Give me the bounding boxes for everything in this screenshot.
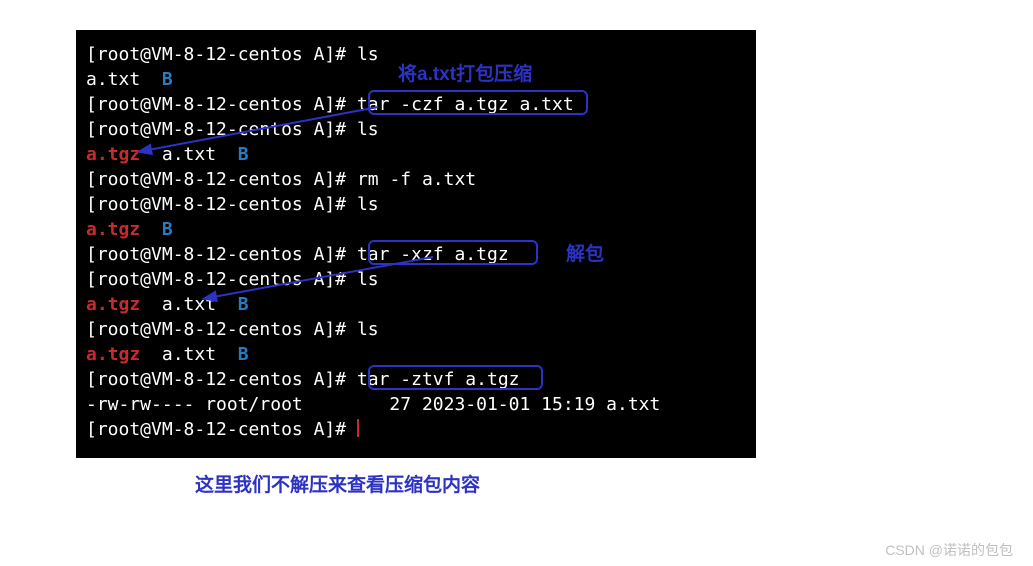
terminal-line: a.tgz a.txt B <box>86 142 746 167</box>
shell-prompt: [root@VM-8-12-centos A]# <box>86 119 357 140</box>
shell-prompt: [root@VM-8-12-centos A]# <box>86 319 357 340</box>
command-text: tar -czf a.tgz a.txt <box>357 94 574 115</box>
command-text: ls <box>357 194 379 215</box>
shell-prompt: [root@VM-8-12-centos A]# <box>86 44 357 65</box>
directory-name: B <box>238 294 249 315</box>
terminal-line: [root@VM-8-12-centos A]# rm -f a.txt <box>86 167 746 192</box>
file-name: a.txt <box>140 344 238 365</box>
terminal-line: [root@VM-8-12-centos A]# ls <box>86 117 746 142</box>
terminal-line: [root@VM-8-12-centos A]# ls <box>86 42 746 67</box>
file-name: a.txt <box>140 294 238 315</box>
command-text: tar -xzf a.tgz <box>357 244 509 265</box>
command-text: ls <box>357 44 379 65</box>
command-text: tar -ztvf a.tgz <box>357 369 520 390</box>
file-name: a.txt <box>86 69 162 90</box>
directory-name: B <box>162 219 173 240</box>
file-name: a.txt <box>140 144 238 165</box>
command-text: ls <box>357 269 379 290</box>
directory-name: B <box>238 344 249 365</box>
caption-text: 这里我们不解压来查看压缩包内容 <box>195 470 480 497</box>
archive-name: a.tgz <box>86 144 140 165</box>
terminal-line: [root@VM-8-12-centos A]# tar -czf a.tgz … <box>86 92 746 117</box>
command-text: ls <box>357 319 379 340</box>
terminal-line: [root@VM-8-12-centos A]# tar -ztvf a.tgz <box>86 367 746 392</box>
terminal-line: -rw-rw---- root/root 27 2023-01-01 15:19… <box>86 392 746 417</box>
shell-prompt: [root@VM-8-12-centos A]# <box>86 369 357 390</box>
spacer-text <box>140 219 162 240</box>
shell-prompt: [root@VM-8-12-centos A]# <box>86 194 357 215</box>
terminal-line: [root@VM-8-12-centos A]# ls <box>86 317 746 342</box>
shell-prompt: [root@VM-8-12-centos A]# <box>86 94 357 115</box>
terminal-line: [root@VM-8-12-centos A]# ls <box>86 267 746 292</box>
terminal-line: [root@VM-8-12-centos A]# <box>86 417 746 442</box>
shell-prompt: [root@VM-8-12-centos A]# <box>86 244 357 265</box>
terminal-line: [root@VM-8-12-centos A]# tar -xzf a.tgz <box>86 242 746 267</box>
terminal-line: a.tgz a.txt B <box>86 292 746 317</box>
shell-prompt: [root@VM-8-12-centos A]# <box>86 169 357 190</box>
terminal-body[interactable]: [root@VM-8-12-centos A]# ls a.txt B [roo… <box>78 32 754 456</box>
output-text: -rw-rw---- root/root 27 2023-01-01 15:19… <box>86 394 660 415</box>
terminal-window: [root@VM-8-12-centos A]# ls a.txt B [roo… <box>76 30 756 458</box>
cursor-icon <box>357 419 359 437</box>
directory-name: B <box>162 69 173 90</box>
terminal-line: a.tgz a.txt B <box>86 342 746 367</box>
archive-name: a.tgz <box>86 219 140 240</box>
command-text: rm -f a.txt <box>357 169 476 190</box>
archive-name: a.tgz <box>86 344 140 365</box>
directory-name: B <box>238 144 249 165</box>
shell-prompt: [root@VM-8-12-centos A]# <box>86 419 357 440</box>
archive-name: a.tgz <box>86 294 140 315</box>
command-text: ls <box>357 119 379 140</box>
terminal-line: a.txt B <box>86 67 746 92</box>
watermark-text: CSDN @诺诺的包包 <box>885 540 1013 560</box>
terminal-line: a.tgz B <box>86 217 746 242</box>
terminal-line: [root@VM-8-12-centos A]# ls <box>86 192 746 217</box>
shell-prompt: [root@VM-8-12-centos A]# <box>86 269 357 290</box>
